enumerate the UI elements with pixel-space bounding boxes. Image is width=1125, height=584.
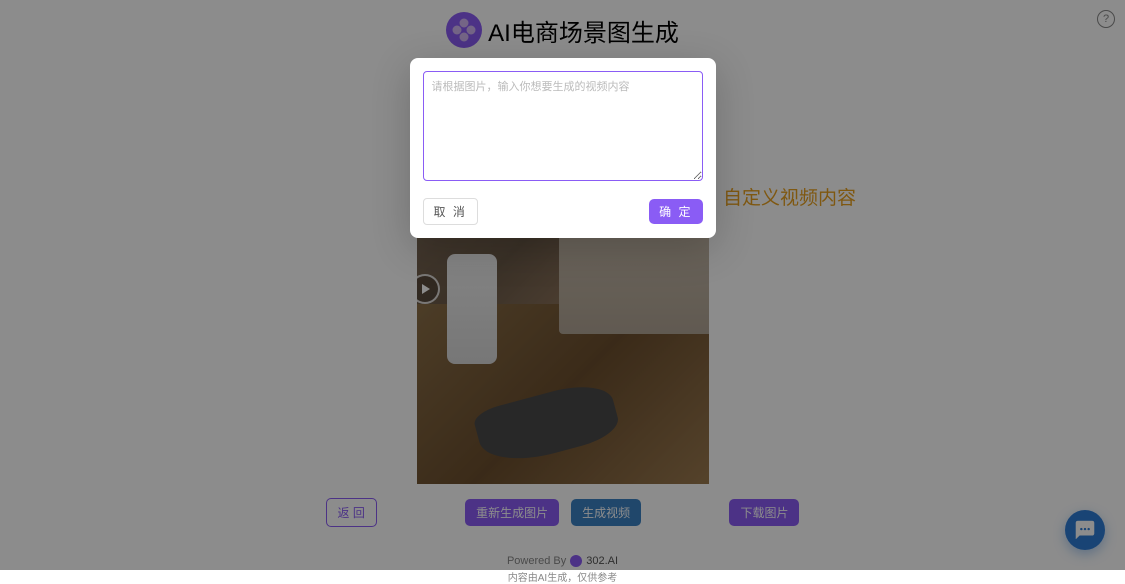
video-content-input[interactable] — [423, 71, 703, 181]
modal-overlay[interactable]: 取 消 确 定 — [0, 0, 1125, 570]
footer-disclaimer: 内容由AI生成，仅供参考 — [0, 569, 1125, 584]
video-content-modal: 取 消 确 定 — [410, 58, 716, 238]
cancel-button[interactable]: 取 消 — [423, 198, 478, 225]
confirm-button[interactable]: 确 定 — [649, 199, 702, 224]
